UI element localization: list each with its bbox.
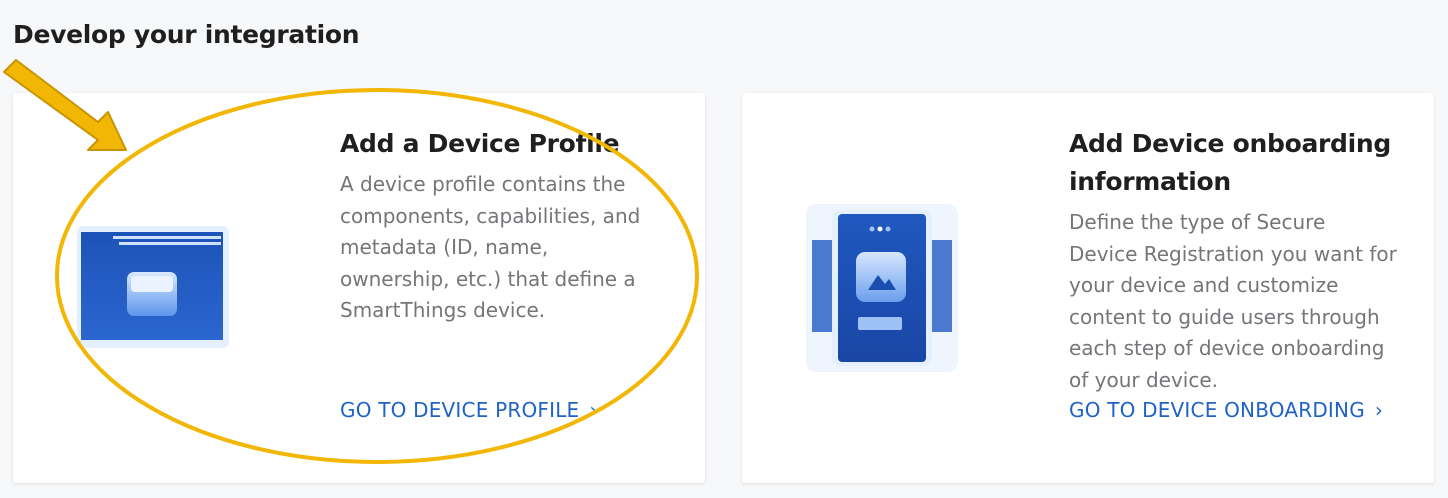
device-onboarding-description: Define the type of Secure Device Registr… <box>1069 210 1397 392</box>
page: Develop your integration Add a Device Pr… <box>0 0 1448 498</box>
go-to-device-onboarding-label: GO TO DEVICE ONBOARDING <box>1069 398 1365 422</box>
go-to-device-onboarding-link[interactable]: GO TO DEVICE ONBOARDING › <box>1069 398 1383 422</box>
device-onboarding-title: Add Device onboarding information <box>1069 129 1391 196</box>
device-profile-illustration <box>77 226 229 348</box>
device-onboarding-card: Add Device onboarding information Define… <box>742 93 1434 483</box>
section-title: Develop your integration <box>13 20 360 49</box>
device-onboarding-illustration <box>806 204 958 372</box>
go-to-device-profile-label: GO TO DEVICE PROFILE <box>340 398 580 422</box>
device-profile-description: A device profile contains the components… <box>340 172 641 322</box>
chevron-right-icon: › <box>1374 398 1384 422</box>
device-profile-text: Add a Device Profile A device profile co… <box>340 125 650 327</box>
device-profile-title: Add a Device Profile <box>340 129 620 158</box>
go-to-device-profile-link[interactable]: GO TO DEVICE PROFILE › <box>340 398 598 422</box>
device-onboarding-text: Add Device onboarding information Define… <box>1069 125 1399 396</box>
device-profile-card: Add a Device Profile A device profile co… <box>13 93 705 483</box>
chevron-right-icon: › <box>589 398 598 422</box>
